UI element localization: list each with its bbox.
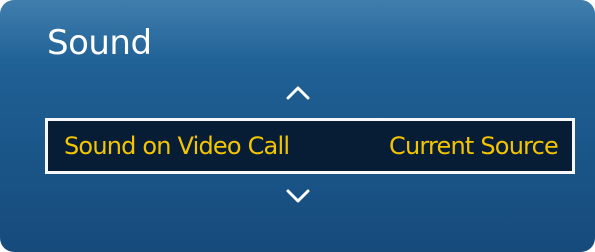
sound-menu-panel: Sound Sound on Video Call Current Source — [0, 0, 595, 252]
menu-item-value: Current Source — [389, 132, 559, 160]
menu-item-label: Sound on Video Call — [64, 132, 290, 160]
chevron-down-icon[interactable] — [286, 188, 314, 206]
menu-title: Sound — [47, 23, 152, 63]
chevron-up-icon[interactable] — [286, 84, 314, 102]
menu-item-sound-on-video-call[interactable]: Sound on Video Call Current Source — [45, 118, 575, 174]
